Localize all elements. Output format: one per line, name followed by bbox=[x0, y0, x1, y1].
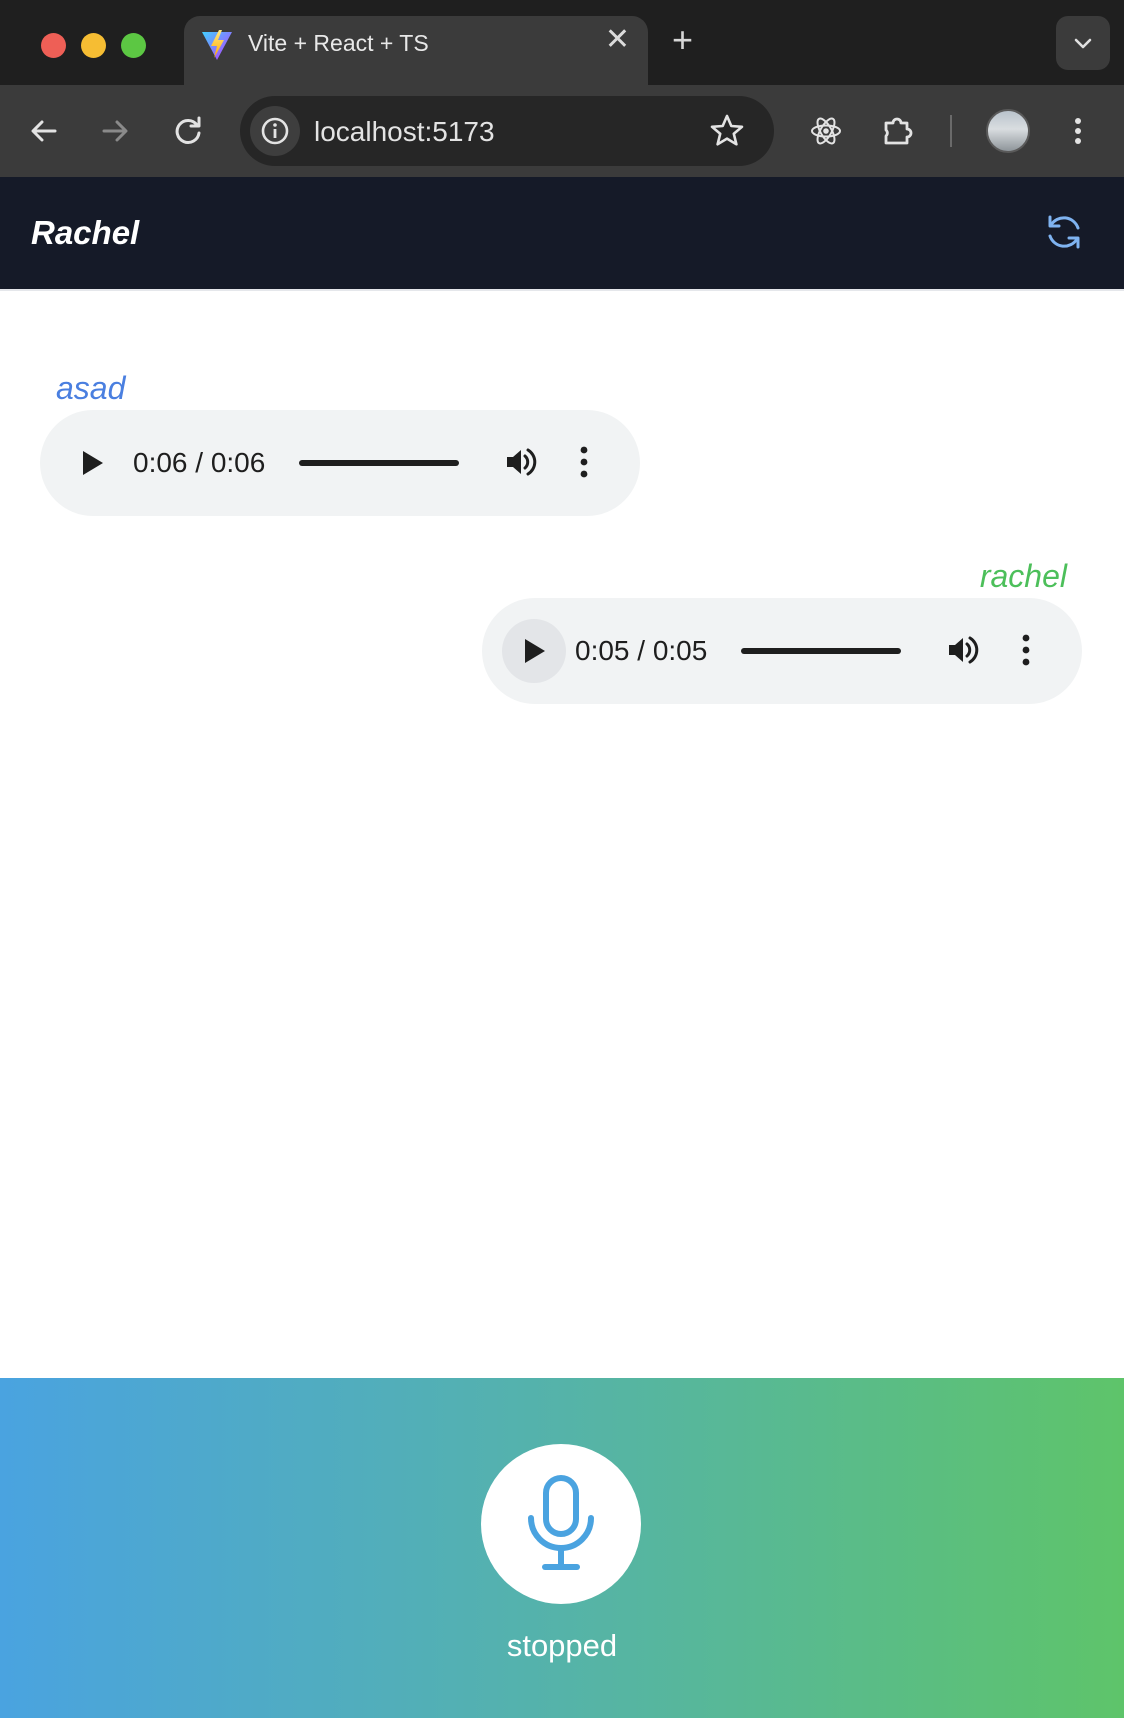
info-icon bbox=[261, 117, 289, 145]
chevron-down-icon bbox=[1074, 38, 1092, 49]
browser-toolbar: localhost:5173 bbox=[0, 85, 1124, 177]
microphone-icon bbox=[528, 1475, 594, 1570]
recorder-status: stopped bbox=[506, 1628, 618, 1663]
tab-strip: Vite + React + TS ✕ + bbox=[0, 0, 1124, 85]
message-sender-name: asad bbox=[56, 370, 126, 406]
more-options-icon[interactable] bbox=[1018, 630, 1034, 670]
play-icon bbox=[83, 451, 103, 475]
new-tab-icon[interactable]: + bbox=[672, 22, 693, 58]
window-maximize-button[interactable] bbox=[121, 33, 146, 58]
tab-search-button[interactable] bbox=[1056, 16, 1110, 70]
address-bar[interactable]: localhost:5173 bbox=[240, 96, 774, 166]
back-button[interactable] bbox=[22, 109, 66, 153]
recorder-footer: stopped bbox=[0, 1378, 1124, 1718]
arrow-left-icon bbox=[31, 120, 57, 142]
forward-button[interactable] bbox=[93, 109, 137, 153]
toolbar-divider bbox=[950, 115, 952, 147]
refresh-icon[interactable] bbox=[1042, 210, 1086, 254]
record-button[interactable] bbox=[481, 1444, 641, 1604]
app-title: Rachel bbox=[31, 214, 140, 251]
browser-menu-button[interactable] bbox=[1056, 109, 1100, 153]
vite-logo-icon bbox=[202, 30, 232, 60]
volume-icon[interactable] bbox=[503, 444, 539, 480]
kebab-menu-icon bbox=[1075, 118, 1081, 144]
more-options-icon[interactable] bbox=[576, 442, 592, 482]
url-text: localhost:5173 bbox=[314, 116, 495, 147]
play-icon bbox=[525, 639, 545, 663]
audio-player[interactable]: 0:05 / 0:05 bbox=[482, 598, 1082, 704]
play-button[interactable] bbox=[502, 619, 566, 683]
audio-time: 0:05 / 0:05 bbox=[575, 635, 708, 666]
play-button[interactable] bbox=[60, 431, 124, 495]
tab-close-icon[interactable]: ✕ bbox=[605, 25, 630, 55]
react-devtools-button[interactable] bbox=[804, 109, 848, 153]
react-icon bbox=[811, 117, 841, 145]
browser-window: Vite + React + TS ✕ + localhost:5173 Rac… bbox=[0, 0, 1124, 1718]
reload-icon bbox=[175, 116, 201, 144]
audio-progress-bar[interactable] bbox=[741, 648, 901, 654]
window-minimize-button[interactable] bbox=[81, 33, 106, 58]
puzzle-icon bbox=[884, 117, 913, 145]
audio-progress-bar[interactable] bbox=[299, 460, 459, 466]
volume-icon[interactable] bbox=[945, 632, 981, 668]
profile-avatar[interactable] bbox=[986, 109, 1030, 153]
arrow-right-icon bbox=[102, 120, 128, 142]
tab-title: Vite + React + TS bbox=[248, 30, 429, 56]
star-icon[interactable] bbox=[708, 112, 746, 150]
reload-button[interactable] bbox=[166, 109, 210, 153]
audio-player[interactable]: 0:06 / 0:06 bbox=[40, 410, 640, 516]
browser-tab[interactable]: Vite + React + TS ✕ bbox=[184, 16, 648, 85]
extensions-button[interactable] bbox=[876, 109, 920, 153]
message-sender-name: rachel bbox=[979, 558, 1067, 594]
audio-time: 0:06 / 0:06 bbox=[133, 447, 266, 478]
app-header: Rachel bbox=[0, 177, 1124, 291]
site-info-button[interactable] bbox=[250, 106, 300, 156]
window-close-button[interactable] bbox=[41, 33, 66, 58]
